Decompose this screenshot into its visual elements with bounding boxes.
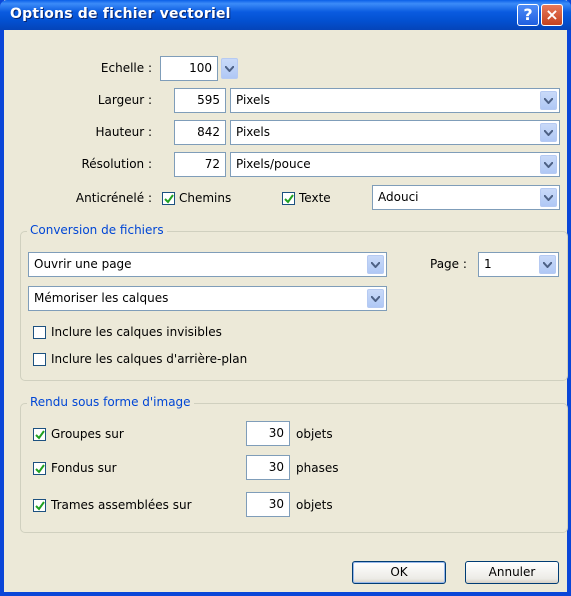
layers-mode-value: Mémoriser les calques bbox=[34, 291, 169, 305]
width-unit-dropdown-button[interactable] bbox=[540, 91, 557, 110]
page-mode-select[interactable]: Ouvrir une page bbox=[28, 252, 387, 277]
resolution-unit-value: Pixels/pouce bbox=[236, 157, 311, 171]
width-field[interactable]: 595 bbox=[174, 88, 226, 113]
conversion-group-title: Conversion de fichiers bbox=[27, 223, 167, 237]
chevron-down-icon bbox=[225, 66, 234, 72]
layers-mode-select[interactable]: Mémoriser les calques bbox=[28, 286, 387, 311]
page-label: Page : bbox=[430, 257, 467, 271]
include-background-label[interactable]: Inclure les calques d'arrière-plan bbox=[51, 352, 247, 366]
height-label: Hauteur : bbox=[95, 125, 152, 139]
height-value: 842 bbox=[197, 125, 220, 139]
close-icon: × bbox=[545, 5, 559, 24]
resolution-field[interactable]: 72 bbox=[174, 152, 226, 177]
resolution-unit-dropdown-button[interactable] bbox=[540, 155, 557, 174]
patterns-unit: objets bbox=[296, 498, 333, 512]
width-label: Largeur : bbox=[97, 93, 152, 107]
chevron-down-icon bbox=[544, 98, 553, 104]
ok-button[interactable]: OK bbox=[352, 561, 446, 584]
antialias-mode-dropdown-button[interactable] bbox=[540, 188, 557, 207]
patterns-label[interactable]: Trames assemblées sur bbox=[51, 498, 192, 512]
patterns-value: 30 bbox=[268, 497, 284, 511]
groups-label[interactable]: Groupes sur bbox=[51, 427, 124, 441]
include-background-checkbox[interactable] bbox=[33, 353, 46, 366]
scale-label: Echelle : bbox=[100, 61, 152, 75]
scale-dropdown-button[interactable] bbox=[221, 58, 238, 79]
blends-label[interactable]: Fondus sur bbox=[51, 461, 117, 475]
dialog-window: Options de fichier vectoriel ? × Echelle… bbox=[0, 0, 571, 596]
chevron-down-icon bbox=[371, 296, 380, 302]
checkmark-icon bbox=[35, 430, 45, 440]
scale-field[interactable]: 100 bbox=[160, 56, 218, 81]
chevron-down-icon bbox=[544, 195, 553, 201]
help-button[interactable]: ? bbox=[517, 4, 539, 26]
render-group-title: Rendu sous forme d'image bbox=[27, 395, 194, 409]
chevron-down-icon bbox=[543, 262, 552, 268]
resolution-value: 72 bbox=[204, 157, 220, 171]
text-checkbox[interactable] bbox=[282, 192, 295, 205]
checkmark-icon bbox=[164, 194, 174, 204]
checkmark-icon bbox=[35, 501, 45, 511]
height-field[interactable]: 842 bbox=[174, 120, 226, 145]
page-number-select[interactable]: 1 bbox=[478, 252, 559, 277]
patterns-field[interactable]: 30 bbox=[246, 492, 290, 517]
page-number-value: 1 bbox=[484, 257, 492, 271]
title-bar[interactable]: Options de fichier vectoriel ? × bbox=[0, 0, 571, 30]
window-title: Options de fichier vectoriel bbox=[10, 6, 231, 22]
page-number-dropdown-button[interactable] bbox=[539, 255, 556, 274]
layers-mode-dropdown-button[interactable] bbox=[367, 289, 384, 308]
blends-unit: phases bbox=[296, 461, 339, 475]
groups-field[interactable]: 30 bbox=[246, 421, 290, 446]
resolution-unit-select[interactable]: Pixels/pouce bbox=[230, 152, 560, 177]
resolution-label: Résolution : bbox=[81, 157, 152, 171]
chevron-down-icon bbox=[371, 262, 380, 268]
groups-unit: objets bbox=[296, 427, 333, 441]
checkmark-icon bbox=[35, 464, 45, 474]
width-unit-select[interactable]: Pixels bbox=[230, 88, 560, 113]
cancel-button[interactable]: Annuler bbox=[465, 561, 559, 584]
antialias-mode-select[interactable]: Adouci bbox=[372, 185, 560, 210]
width-unit-value: Pixels bbox=[236, 93, 271, 107]
chevron-down-icon bbox=[544, 130, 553, 136]
include-invisible-checkbox[interactable] bbox=[33, 326, 46, 339]
text-checkbox-label[interactable]: Texte bbox=[299, 191, 331, 205]
paths-checkbox-label[interactable]: Chemins bbox=[179, 191, 231, 205]
blends-field[interactable]: 30 bbox=[246, 455, 290, 480]
height-unit-select[interactable]: Pixels bbox=[230, 120, 560, 145]
blends-checkbox[interactable] bbox=[33, 462, 46, 475]
include-invisible-label[interactable]: Inclure les calques invisibles bbox=[51, 325, 222, 339]
antialias-label: Anticrénelé : bbox=[75, 191, 152, 205]
patterns-checkbox[interactable] bbox=[33, 499, 46, 512]
groups-checkbox[interactable] bbox=[33, 428, 46, 441]
height-unit-value: Pixels bbox=[236, 125, 271, 139]
antialias-mode-value: Adouci bbox=[378, 190, 419, 204]
groups-value: 30 bbox=[268, 426, 284, 440]
checkmark-icon bbox=[284, 194, 294, 204]
width-value: 595 bbox=[197, 93, 220, 107]
paths-checkbox[interactable] bbox=[162, 192, 175, 205]
scale-value: 100 bbox=[189, 61, 212, 75]
page-mode-dropdown-button[interactable] bbox=[367, 255, 384, 274]
chevron-down-icon bbox=[544, 162, 553, 168]
page-mode-value: Ouvrir une page bbox=[34, 257, 132, 271]
help-icon: ? bbox=[523, 5, 533, 24]
close-button[interactable]: × bbox=[541, 4, 563, 26]
height-unit-dropdown-button[interactable] bbox=[540, 123, 557, 142]
blends-value: 30 bbox=[268, 460, 284, 474]
